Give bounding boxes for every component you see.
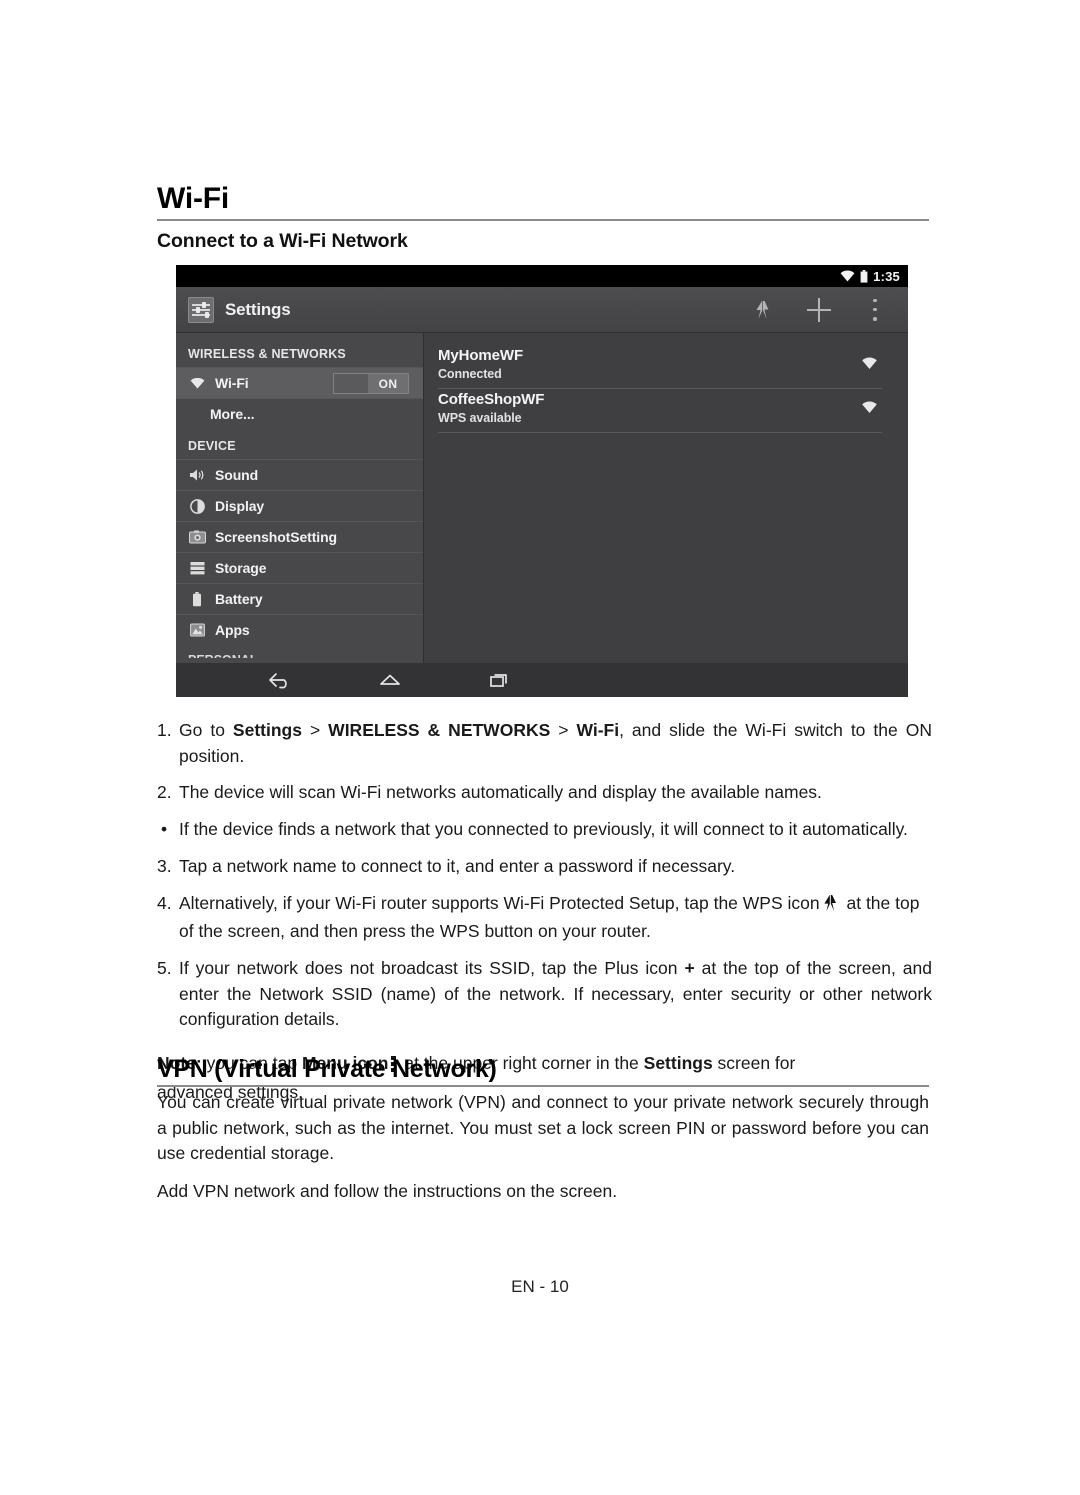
vpn-paragraph-1: You can create virtual private network (… bbox=[157, 1092, 929, 1164]
wps-icon bbox=[821, 894, 841, 920]
list-marker: 2. bbox=[157, 782, 172, 803]
vpn-paragraph-2: Add VPN network and follow the instructi… bbox=[157, 1181, 618, 1202]
vpn-section-title: VPN (Virtual Private Network) bbox=[157, 1055, 497, 1083]
list-text: If the device finds a network that you c… bbox=[179, 819, 908, 840]
step1-bold-wireless: WIRELESS & NETWORKS bbox=[328, 720, 551, 740]
settings-sliders-icon bbox=[188, 296, 214, 323]
step5-part-a: If your network does not broadcast its S… bbox=[179, 958, 685, 979]
sidebar-item-label-screenshotsetting: ScreenshotSetting bbox=[215, 529, 337, 545]
list-marker: 5. bbox=[157, 958, 172, 979]
sidebar-item-sound[interactable]: Sound bbox=[176, 459, 423, 490]
home-icon[interactable] bbox=[346, 671, 434, 689]
wifi-icon bbox=[188, 374, 206, 392]
settings-body: WIRELESS & NETWORKS Wi-Fi ON More... DEV… bbox=[176, 333, 908, 663]
status-bar-clock: 1:35 bbox=[873, 268, 900, 284]
list-item: 2. The device will scan Wi-Fi networks a… bbox=[157, 780, 932, 806]
step1-part-a: Go to bbox=[179, 720, 233, 740]
wifi-network-list: MyHomeWF Connected CoffeeShopWF WPS avai… bbox=[424, 333, 908, 663]
page-title: Wi-Fi bbox=[157, 182, 230, 215]
settings-sidebar: WIRELESS & NETWORKS Wi-Fi ON More... DEV… bbox=[176, 333, 424, 663]
sidebar-item-storage[interactable]: Storage bbox=[176, 552, 423, 583]
sidebar-section-wireless: WIRELESS & NETWORKS bbox=[188, 347, 346, 361]
back-icon[interactable] bbox=[236, 671, 324, 689]
sidebar-item-battery[interactable]: Battery bbox=[176, 583, 423, 614]
sidebar-item-label-sound: Sound bbox=[215, 467, 259, 483]
network-text: CoffeeShopWF WPS available bbox=[438, 391, 856, 425]
list-text: Tap a network name to connect to it, and… bbox=[179, 855, 736, 876]
action-bar-actions bbox=[750, 297, 908, 323]
sidebar-section-device: DEVICE bbox=[188, 439, 236, 453]
sidebar-item-label-battery: Battery bbox=[215, 591, 263, 607]
list-marker: 4. bbox=[157, 892, 172, 913]
add-network-icon[interactable] bbox=[806, 297, 832, 323]
sidebar-item-label-storage: Storage bbox=[215, 560, 267, 576]
wifi-icon bbox=[840, 270, 855, 282]
apps-icon bbox=[188, 621, 206, 639]
wifi-toggle[interactable]: ON bbox=[333, 373, 409, 394]
network-status: WPS available bbox=[438, 410, 522, 425]
vpn-body: You can create virtual private network (… bbox=[157, 1090, 929, 1205]
section-subtitle: Connect to a Wi-Fi Network bbox=[157, 230, 408, 252]
manual-page: Wi-Fi Connect to a Wi-Fi Network 1:35 Se… bbox=[0, 0, 1080, 1495]
display-icon bbox=[188, 497, 206, 515]
wifi-signal-icon bbox=[856, 401, 882, 415]
list-item: 4. Alternatively, if your Wi-Fi router s… bbox=[157, 891, 932, 945]
android-navigation-bar bbox=[176, 663, 908, 697]
screenshot-icon bbox=[188, 528, 206, 546]
list-marker: • bbox=[161, 819, 168, 840]
sidebar-item-label-apps: Apps bbox=[215, 622, 250, 638]
sidebar-item-display[interactable]: Display bbox=[176, 490, 423, 521]
wps-icon[interactable] bbox=[750, 297, 776, 323]
list-marker: 1. bbox=[157, 720, 172, 740]
title-divider bbox=[157, 219, 929, 221]
overflow-menu-icon[interactable] bbox=[862, 297, 888, 323]
step1-bold-settings: Settings bbox=[232, 720, 302, 740]
wifi-signal-icon bbox=[856, 357, 882, 371]
recent-apps-icon[interactable] bbox=[456, 671, 544, 689]
instructions-list: 1. Go to Settings > WIRELESS & NETWORKS … bbox=[157, 718, 932, 1106]
step4-part-a: Alternatively, if your Wi-Fi router supp… bbox=[179, 892, 820, 913]
sidebar-item-wifi[interactable]: Wi-Fi ON bbox=[176, 367, 423, 398]
device-screenshot-figure: 1:35 Settings WIRELESS & NETWORKS Wi-Fi … bbox=[176, 265, 908, 697]
battery-icon bbox=[188, 590, 206, 608]
step1-sep-2: > bbox=[550, 720, 577, 740]
list-text: The device will scan Wi-Fi networks auto… bbox=[179, 782, 822, 803]
network-name: MyHomeWF bbox=[438, 347, 524, 364]
list-text: Alternatively, if your Wi-Fi router supp… bbox=[179, 891, 932, 945]
network-list-item[interactable]: CoffeeShopWF WPS available bbox=[438, 389, 882, 433]
sidebar-item-screenshotsetting[interactable]: ScreenshotSetting bbox=[176, 521, 423, 552]
network-name: CoffeeShopWF bbox=[438, 391, 545, 408]
list-item: 3. Tap a network name to connect to it, … bbox=[157, 854, 932, 880]
network-text: MyHomeWF Connected bbox=[438, 347, 856, 381]
page-footer: EN - 10 bbox=[511, 1277, 569, 1296]
app-title: Settings bbox=[225, 299, 291, 319]
step1-bold-wifi: Wi-Fi bbox=[576, 720, 620, 740]
toggle-state-label: ON bbox=[378, 376, 398, 391]
list-marker: 3. bbox=[157, 855, 172, 876]
plus-icon: + bbox=[684, 958, 695, 979]
step1-sep-1: > bbox=[301, 720, 329, 740]
list-text: Go to Settings > WIRELESS & NETWORKS > W… bbox=[179, 718, 932, 769]
vpn-title-divider bbox=[157, 1085, 929, 1087]
list-text: If your network does not broadcast its S… bbox=[179, 956, 932, 1033]
sidebar-item-label-more: More... bbox=[210, 406, 255, 422]
note-part-c: screen for bbox=[712, 1053, 796, 1074]
sidebar-item-label-wifi: Wi-Fi bbox=[215, 375, 249, 391]
list-item: 1. Go to Settings > WIRELESS & NETWORKS … bbox=[157, 718, 932, 769]
sidebar-item-label-display: Display bbox=[215, 498, 265, 514]
android-status-bar: 1:35 bbox=[176, 265, 908, 287]
sidebar-item-more[interactable]: More... bbox=[176, 398, 423, 429]
battery-icon bbox=[860, 269, 868, 283]
storage-icon bbox=[188, 559, 206, 577]
network-list-item[interactable]: MyHomeWF Connected bbox=[438, 345, 882, 389]
settings-action-bar: Settings bbox=[176, 287, 908, 333]
list-item: 5. If your network does not broadcast it… bbox=[157, 956, 932, 1033]
note-bold-settings: Settings bbox=[643, 1053, 713, 1074]
sidebar-item-apps[interactable]: Apps bbox=[176, 614, 423, 645]
list-item: • If the device finds a network that you… bbox=[157, 817, 932, 843]
toggle-knob bbox=[334, 374, 368, 393]
network-status: Connected bbox=[438, 366, 502, 381]
sound-icon bbox=[188, 466, 206, 484]
sidebar-section-personal-cutoff: PERSONAL bbox=[176, 645, 423, 658]
